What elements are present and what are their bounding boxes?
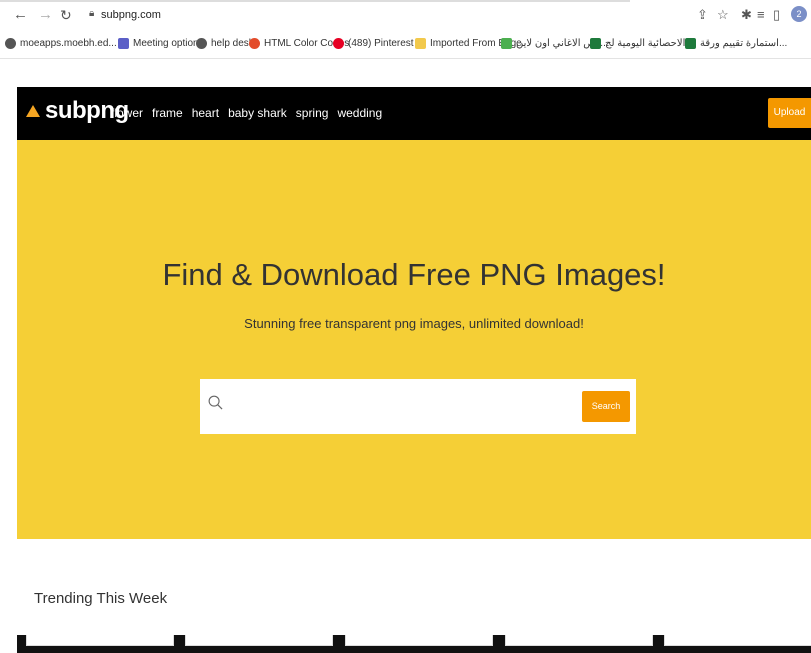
pinterest-icon (333, 38, 344, 49)
profile-avatar[interactable]: 2 (791, 6, 807, 22)
nav-link[interactable]: baby shark (228, 106, 287, 120)
bookmark-label: Meeting options (133, 38, 204, 49)
folder-icon (415, 38, 426, 49)
trending-card[interactable] (26, 635, 174, 646)
bookmark-item[interactable]: moeapps.moebh.ed... (5, 38, 117, 49)
back-icon[interactable]: ← (13, 6, 28, 24)
address-bar[interactable]: subpng.com (101, 9, 161, 21)
bookmark-label: (489) Pinterest (348, 38, 414, 49)
trending-heading: Trending This Week (34, 590, 168, 607)
share-icon[interactable]: ⇪ (697, 7, 708, 23)
puzzle-icon (501, 38, 512, 49)
bookmark-item[interactable]: استمارة تقييم ورقة... (685, 38, 787, 49)
search-input[interactable]: Search (200, 379, 636, 434)
htmlcolor-icon (249, 38, 260, 49)
extensions-icon[interactable]: ✱ (741, 7, 752, 23)
reload-icon[interactable]: ↻ (60, 6, 72, 24)
globe-icon (5, 38, 16, 49)
trending-card[interactable] (505, 635, 653, 646)
bookmark-label: help desk (211, 38, 254, 49)
nav-link[interactable]: frame (152, 106, 183, 120)
reading-list-icon[interactable]: ≡ (757, 7, 765, 23)
hero-title: Find & Download Free PNG Images! (162, 257, 666, 292)
bookmark-item[interactable]: الاحصائية اليومية لج... (590, 38, 694, 49)
nav-link[interactable]: wedding (337, 106, 382, 120)
nav-link[interactable]: spring (296, 106, 329, 120)
bookmarks-bar: moeapps.moebh.ed... Meeting options help… (0, 30, 811, 59)
trending-card[interactable] (664, 635, 811, 646)
forms-icon (590, 38, 601, 49)
trending-card[interactable] (185, 635, 333, 646)
trending-cards (17, 635, 811, 653)
logo-mark-icon (26, 105, 40, 117)
bookmark-label: الاحصائية اليومية لج... (605, 38, 694, 49)
globe-icon (196, 38, 207, 49)
bookmark-label: استمارة تقييم ورقة... (700, 38, 788, 49)
search-button[interactable]: Search (582, 391, 630, 422)
browser-toolbar: ← → ↻ 🔒︎ subpng.com ⇪ ☆ ✱ ≡ ▯ 2 (0, 0, 811, 30)
tab-strip-edge (0, 0, 630, 2)
nav-link[interactable]: heart (192, 106, 219, 120)
site-header: subpng flower frame heart baby shark spr… (17, 87, 811, 140)
hero-section: Find & Download Free PNG Images! Stunnin… (17, 140, 811, 539)
nav-link[interactable]: flower (111, 106, 143, 120)
bookmark-item[interactable]: (489) Pinterest (333, 38, 414, 49)
bookmark-label: moeapps.moebh.ed... (20, 38, 117, 49)
forward-icon[interactable]: → (38, 6, 53, 24)
side-panel-icon[interactable]: ▯ (773, 7, 780, 23)
main-nav: flower frame heart baby shark spring wed… (111, 106, 382, 120)
teams-icon (118, 38, 129, 49)
bookmark-item[interactable]: help desk (196, 38, 254, 49)
lock-icon[interactable]: 🔒︎ (89, 8, 94, 19)
hero-subtitle: Stunning free transparent png images, un… (244, 316, 584, 331)
upload-button[interactable]: Upload (768, 98, 811, 128)
trending-card[interactable] (345, 635, 493, 646)
search-icon (208, 395, 223, 410)
bookmark-star-icon[interactable]: ☆ (717, 7, 729, 23)
bookmark-item[interactable]: Meeting options (118, 38, 204, 49)
forms-icon (685, 38, 696, 49)
